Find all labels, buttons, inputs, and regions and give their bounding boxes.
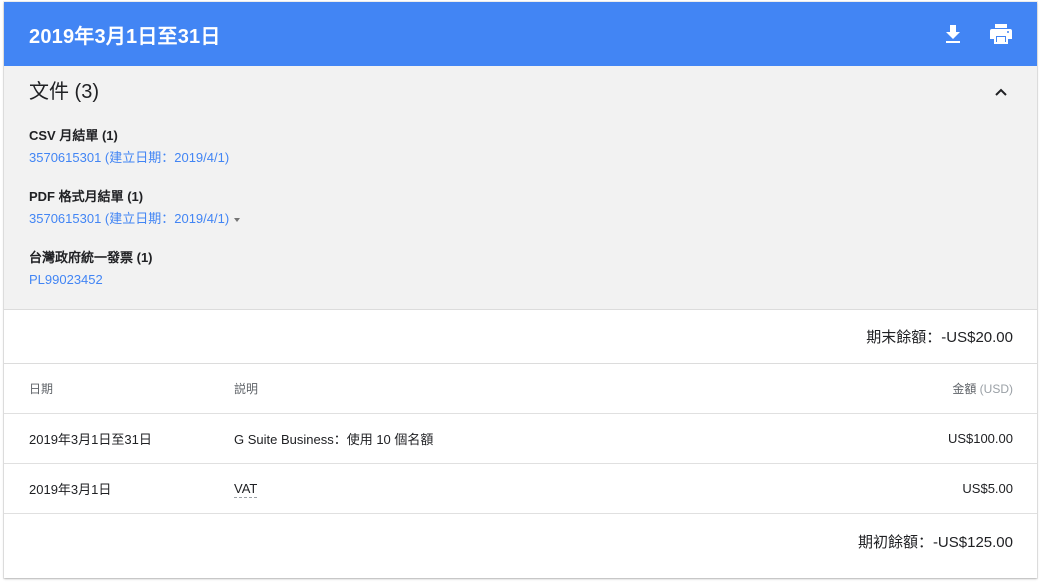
row-date: 2019年3月1日至31日	[29, 432, 152, 447]
csv-statement-group: CSV 月結單 (1) 3570615301 (建立日期：2019/4/1)	[29, 127, 1013, 167]
statement-card: 2019年3月1日至31日 文件 (3) CSV 月結單 (1) 3570615…	[4, 2, 1037, 578]
documents-title: 文件 (3)	[29, 81, 99, 103]
pdf-statement-label: PDF 格式月結單 (1)	[29, 189, 144, 204]
row-description: VAT	[234, 481, 813, 498]
vat-tooltip-trigger[interactable]: VAT	[234, 481, 258, 498]
invoice-group: 台灣政府統一發票 (1) PL99023452	[29, 249, 1013, 289]
row-date: 2019年3月1日	[29, 482, 112, 497]
ending-balance-row: 期末餘額：-US$20.00	[4, 310, 1037, 364]
row-description: G Suite Business：使用 10 個名額	[234, 432, 434, 447]
pdf-statement-link[interactable]: 3570615301 (建立日期：2019/4/1)	[29, 210, 241, 228]
documents-section: 文件 (3) CSV 月結單 (1) 3570615301 (建立日期：2019…	[4, 66, 1037, 310]
chevron-up-icon[interactable]	[989, 80, 1013, 104]
description-column-header: 説明	[234, 382, 259, 396]
statement-period-title: 2019年3月1日至31日	[29, 25, 221, 48]
csv-statement-label: CSV 月結單 (1)	[29, 128, 118, 143]
statement-header: 2019年3月1日至31日	[4, 2, 1037, 66]
date-column-header: 日期	[29, 382, 54, 396]
amount-header-unit: (USD)	[979, 382, 1013, 396]
row-amount: US$100.00	[947, 431, 1013, 446]
row-amount: US$5.00	[962, 481, 1013, 496]
download-icon[interactable]	[941, 22, 965, 46]
ending-balance: 期末餘額：-US$20.00	[866, 329, 1013, 346]
csv-statement-link-text[interactable]: 3570615301 (建立日期：2019/4/1)	[29, 149, 229, 167]
table-header-row: 日期 説明 金額 (USD)	[4, 364, 1037, 414]
starting-balance-row: 期初餘額：-US$125.00	[4, 514, 1037, 568]
amount-header-label: 金額	[952, 382, 977, 396]
transactions-table: 日期 説明 金額 (USD) 2019年3月1日至31日 G Suite Bus…	[4, 364, 1037, 514]
invoice-label: 台灣政府統一發票 (1)	[29, 250, 153, 265]
print-icon[interactable]	[989, 22, 1013, 46]
amount-column-header: 金額 (USD)	[813, 380, 1037, 397]
starting-balance: 期初餘額：-US$125.00	[857, 533, 1013, 551]
header-actions	[941, 22, 1013, 46]
table-row: 2019年3月1日 VAT US$5.00	[4, 464, 1037, 514]
caret-down-icon[interactable]	[234, 218, 241, 222]
pdf-statement-link-text[interactable]: 3570615301 (建立日期：2019/4/1)	[29, 210, 229, 228]
invoice-link[interactable]: PL99023452	[29, 271, 103, 289]
pdf-statement-group: PDF 格式月結單 (1) 3570615301 (建立日期：2019/4/1)	[29, 188, 1013, 228]
csv-statement-link[interactable]: 3570615301 (建立日期：2019/4/1)	[29, 149, 229, 167]
table-row: 2019年3月1日至31日 G Suite Business：使用 10 個名額…	[4, 414, 1037, 464]
invoice-link-text[interactable]: PL99023452	[29, 271, 103, 289]
